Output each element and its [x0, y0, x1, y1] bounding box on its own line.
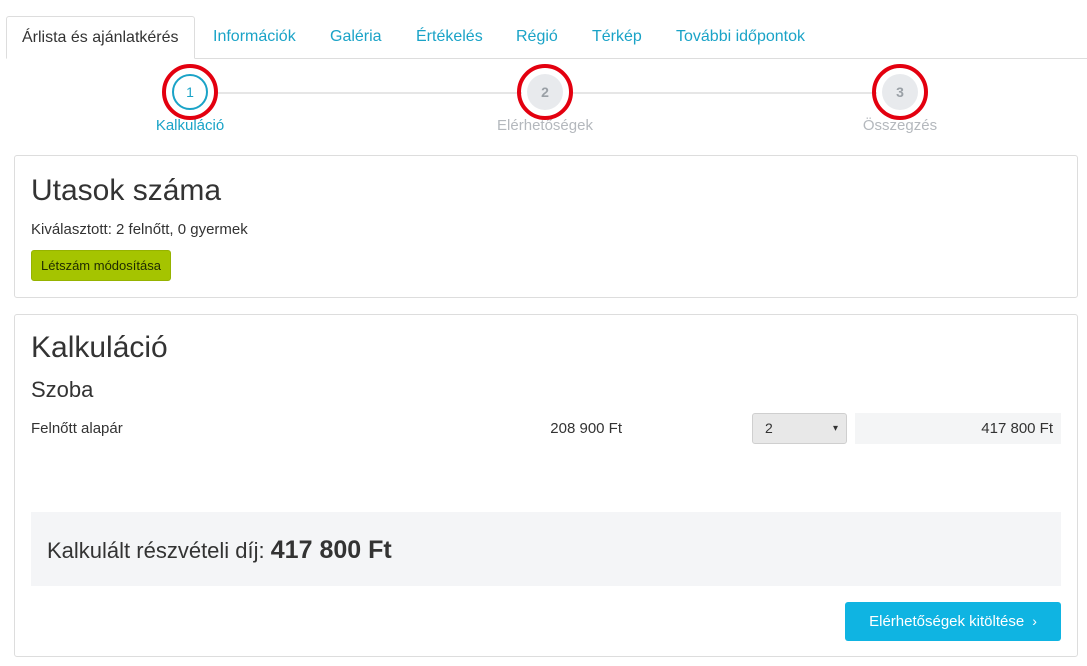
price-row-unit-price: 208 900 Ft	[550, 420, 622, 437]
tab-rating[interactable]: Értékelés	[400, 16, 499, 59]
tab-more-dates[interactable]: További időpontok	[660, 16, 821, 59]
quantity-value: 2	[765, 420, 773, 436]
total-summary-box: Kalkulált részvételi díj: 417 800 Ft	[31, 512, 1061, 586]
step-number: 2	[517, 64, 573, 120]
step-calculation[interactable]: 1 Kalkuláció	[70, 64, 310, 134]
tab-price-list[interactable]: Árlista és ajánlatkérés	[6, 16, 195, 59]
calculation-panel: Kalkuláció Szoba Felnőtt alapár 208 900 …	[14, 314, 1078, 657]
fill-contacts-label: Elérhetőségek kitöltése	[869, 613, 1025, 630]
tab-map[interactable]: Térkép	[576, 16, 658, 59]
total-line: Kalkulált részvételi díj: 417 800 Ft	[47, 536, 392, 565]
step-contacts[interactable]: 2 Elérhetőségek	[425, 64, 665, 134]
total-value: 417 800 Ft	[270, 536, 392, 564]
tab-information[interactable]: Információk	[197, 16, 312, 59]
modify-headcount-button[interactable]: Létszám módosítása	[31, 250, 171, 281]
chevron-down-icon: ▾	[832, 423, 838, 434]
quantity-select[interactable]: 2 ▾	[752, 413, 847, 444]
total-label: Kalkulált részvételi díj:	[47, 538, 265, 563]
tab-region[interactable]: Régió	[500, 16, 574, 59]
step-label: Kalkuláció	[155, 117, 225, 134]
passengers-title: Utasok száma	[31, 174, 222, 207]
calculation-title: Kalkuláció	[31, 331, 168, 364]
step-number: 3	[872, 64, 928, 120]
price-row-total: 417 800 Ft	[855, 413, 1061, 444]
chevron-right-icon: ›	[1032, 613, 1037, 629]
step-number: 1	[162, 64, 218, 120]
step-label: Elérhetőségek	[497, 117, 593, 134]
tab-bar: Árlista és ajánlatkérés Információk Galé…	[6, 16, 1087, 59]
price-row-label: Felnőtt alapár	[31, 420, 123, 437]
tab-gallery[interactable]: Galéria	[314, 16, 398, 59]
progress-stepper: 1 Kalkuláció 2 Elérhetőségek 3 Összegzés	[0, 64, 1087, 144]
room-title: Szoba	[31, 377, 94, 402]
passengers-panel: Utasok száma Kiválasztott: 2 felnőtt, 0 …	[14, 155, 1078, 298]
fill-contacts-button[interactable]: Elérhetőségek kitöltése ›	[845, 602, 1061, 641]
step-summary[interactable]: 3 Összegzés	[780, 64, 1020, 134]
step-label: Összegzés	[862, 117, 938, 134]
selected-passengers-text: Kiválasztott: 2 felnőtt, 0 gyermek	[31, 221, 248, 238]
